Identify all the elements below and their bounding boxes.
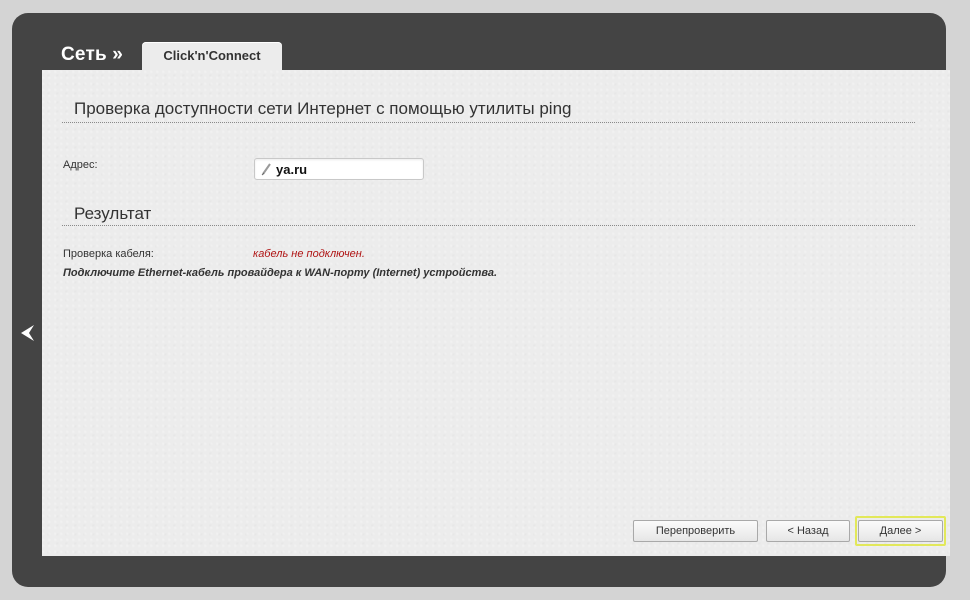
result-section-heading: Результат (74, 204, 152, 223)
cable-hint-text: Подключите Ethernet-кабель провайдера к … (63, 267, 498, 279)
pencil-icon (260, 162, 272, 176)
next-button[interactable]: Далее > (858, 520, 943, 542)
section-title[interactable]: Сеть » (61, 44, 123, 66)
result-section-divider (62, 225, 915, 226)
address-value: ya.ru (276, 162, 308, 177)
address-label: Адрес: (63, 159, 98, 171)
address-field[interactable]: ya.ru (254, 158, 424, 180)
chevron-left-icon[interactable] (20, 324, 36, 342)
recheck-button[interactable]: Перепроверить (633, 520, 758, 542)
tab-clicknconnect[interactable]: Click'n'Connect (142, 42, 282, 71)
ping-section-heading: Проверка доступности сети Интернет с пом… (74, 99, 572, 118)
ping-section-divider (62, 122, 915, 123)
cable-check-status: кабель не подключен. (253, 248, 365, 260)
cable-check-label: Проверка кабеля: (63, 248, 154, 260)
back-button[interactable]: < Назад (766, 520, 850, 542)
content-panel: Проверка доступности сети Интернет с пом… (42, 70, 950, 556)
